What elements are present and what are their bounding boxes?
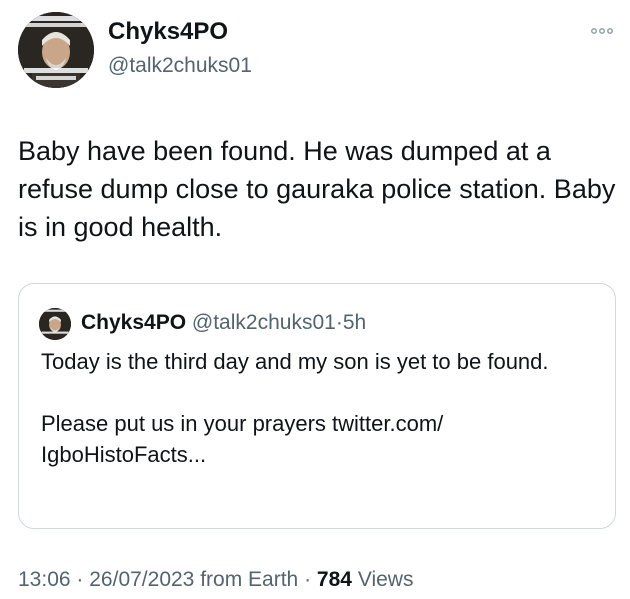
tweet-time[interactable]: 13:06 (18, 568, 71, 591)
quoted-time: 5h (342, 311, 367, 334)
views-label: Views (357, 568, 414, 591)
tweet-source: from Earth (200, 568, 299, 591)
author-handle[interactable]: @talk2chuks01 (108, 54, 252, 78)
quoted-author-avatar (39, 308, 71, 340)
quoted-paragraph: Today is the third day and my son is yet… (41, 349, 549, 374)
author-name[interactable]: Chyks4PO (108, 18, 228, 46)
quoted-paragraph: Please put us in your prayers twitter.co… (41, 411, 444, 467)
views-count: 784 (316, 568, 352, 591)
quoted-tweet-text: Today is the third day and my son is yet… (41, 346, 601, 470)
meta-separator: · (76, 568, 84, 591)
tweet-text: Baby have been found. He was dumped at a… (18, 136, 616, 242)
author-avatar[interactable] (18, 12, 94, 88)
meta-separator: · (304, 568, 312, 591)
quoted-separator: · (335, 311, 343, 334)
tweet-card: Chyks4PO @talk2chuks01 Baby have been fo… (0, 0, 630, 599)
quoted-author-handle: @talk2chuks01 (191, 311, 336, 334)
meme-avatar-icon (39, 308, 71, 340)
tweet-date[interactable]: 26/07/2023 (89, 568, 194, 591)
quoted-tweet-header: Chyks4PO @talk2chuks01·5h (81, 308, 366, 338)
meme-avatar-icon (18, 12, 94, 88)
quoted-tweet[interactable]: Chyks4PO @talk2chuks01·5h Today is the t… (18, 283, 616, 529)
tweet-meta: 13:06 · 26/07/2023 from Earth · 784 View… (18, 568, 413, 592)
quoted-author-name: Chyks4PO (81, 311, 187, 334)
more-horizontal-icon[interactable] (588, 22, 616, 40)
